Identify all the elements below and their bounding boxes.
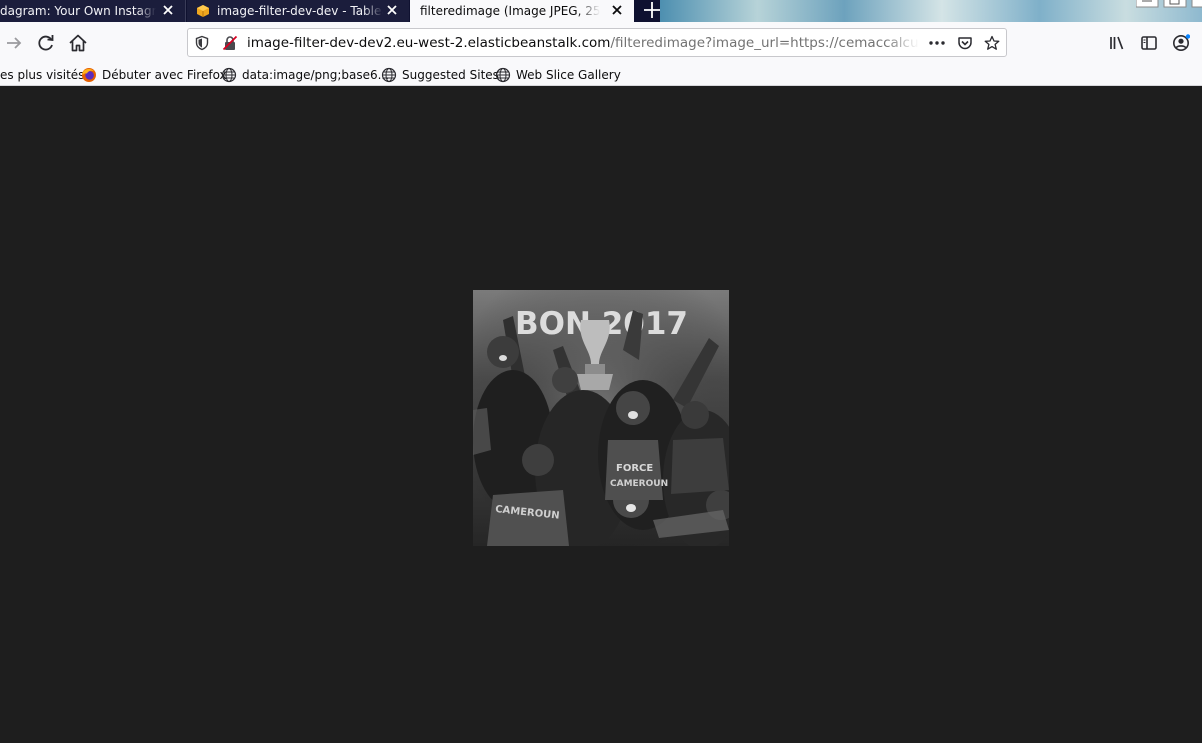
sidebar-icon[interactable] — [1140, 34, 1158, 52]
bookmark-most-visited[interactable]: es plus visités — [0, 66, 84, 84]
firefox-logo-icon — [82, 68, 96, 82]
tab-strip: dagram: Your Own Instagram image-filter-… — [0, 0, 1202, 22]
shirt-text: FORCE — [616, 463, 653, 474]
globe-icon — [221, 67, 237, 83]
close-tab-icon[interactable] — [161, 3, 175, 17]
pocket-icon[interactable] — [957, 35, 973, 51]
address-bar[interactable]: image-filter-dev-dev2.eu-west-2.elasticb… — [187, 28, 1007, 57]
reload-icon[interactable] — [35, 32, 57, 54]
bookmark-label: Suggested Sites — [402, 68, 499, 82]
globe-icon — [381, 67, 397, 83]
close-tab-icon[interactable] — [610, 3, 624, 17]
forward-arrow-icon[interactable] — [3, 32, 25, 54]
bookmark-label: Web Slice Gallery — [516, 68, 621, 82]
aws-cube-icon — [197, 5, 209, 17]
insecure-connection-lock-icon[interactable] — [222, 35, 238, 51]
page-actions-menu-icon[interactable] — [928, 35, 946, 51]
tab-label: dagram: Your Own Instagram — [0, 4, 156, 18]
bookmark-label: es plus visités — [0, 68, 85, 82]
library-icon[interactable] — [1108, 34, 1126, 52]
globe-icon — [495, 67, 511, 83]
new-tab-plus-icon[interactable] — [640, 0, 664, 22]
bookmark-star-icon[interactable] — [984, 35, 1000, 51]
tab-label: image-filter-dev-dev - Tableau de bord — [217, 4, 383, 18]
bookmarks-toolbar: es plus visités Débuter avec Firefox dat… — [0, 64, 1202, 86]
tab-filteredimage-active[interactable]: filteredimage (Image JPEG, 256 × 256 pix… — [410, 0, 634, 22]
url-text[interactable]: image-filter-dev-dev2.eu-west-2.elasticb… — [247, 35, 919, 51]
tab-instagram[interactable]: dagram: Your Own Instagram — [0, 0, 186, 22]
url-host: image-filter-dev-dev2.eu-west-2.elasticb… — [247, 35, 611, 51]
bookmark-data-image[interactable]: data:image/png;base6... — [221, 66, 389, 84]
home-icon[interactable] — [67, 32, 89, 54]
navigation-toolbar: image-filter-dev-dev2.eu-west-2.elasticb… — [0, 22, 1202, 64]
filtered-grayscale-photo[interactable]: BON 2017 FORCE CAMEROUN CAMEROUN — [473, 290, 729, 546]
window-background — [660, 0, 1202, 22]
bookmark-suggested-sites[interactable]: Suggested Sites — [381, 66, 499, 84]
bookmark-label: Débuter avec Firefox — [102, 68, 227, 82]
image-viewer-page: BON 2017 FORCE CAMEROUN CAMEROUN — [0, 86, 1202, 743]
bookmark-label: data:image/png;base6... — [242, 68, 390, 82]
tab-beanstalk-dashboard[interactable]: image-filter-dev-dev - Tableau de bord — [187, 0, 409, 22]
shirt-text: CAMEROUN — [610, 479, 668, 489]
bookmark-getting-started[interactable]: Débuter avec Firefox — [81, 66, 227, 84]
close-tab-icon[interactable] — [385, 3, 399, 17]
account-icon[interactable] — [1172, 34, 1190, 52]
tab-label: filteredimage (Image JPEG, 256 × 256 pix… — [420, 4, 600, 18]
url-path: /filteredimage?image_url=https://cemacca… — [610, 35, 919, 51]
window-controls[interactable] — [1136, 0, 1202, 8]
tracking-protection-shield-icon[interactable] — [194, 35, 210, 51]
bookmark-web-slice-gallery[interactable]: Web Slice Gallery — [495, 66, 621, 84]
